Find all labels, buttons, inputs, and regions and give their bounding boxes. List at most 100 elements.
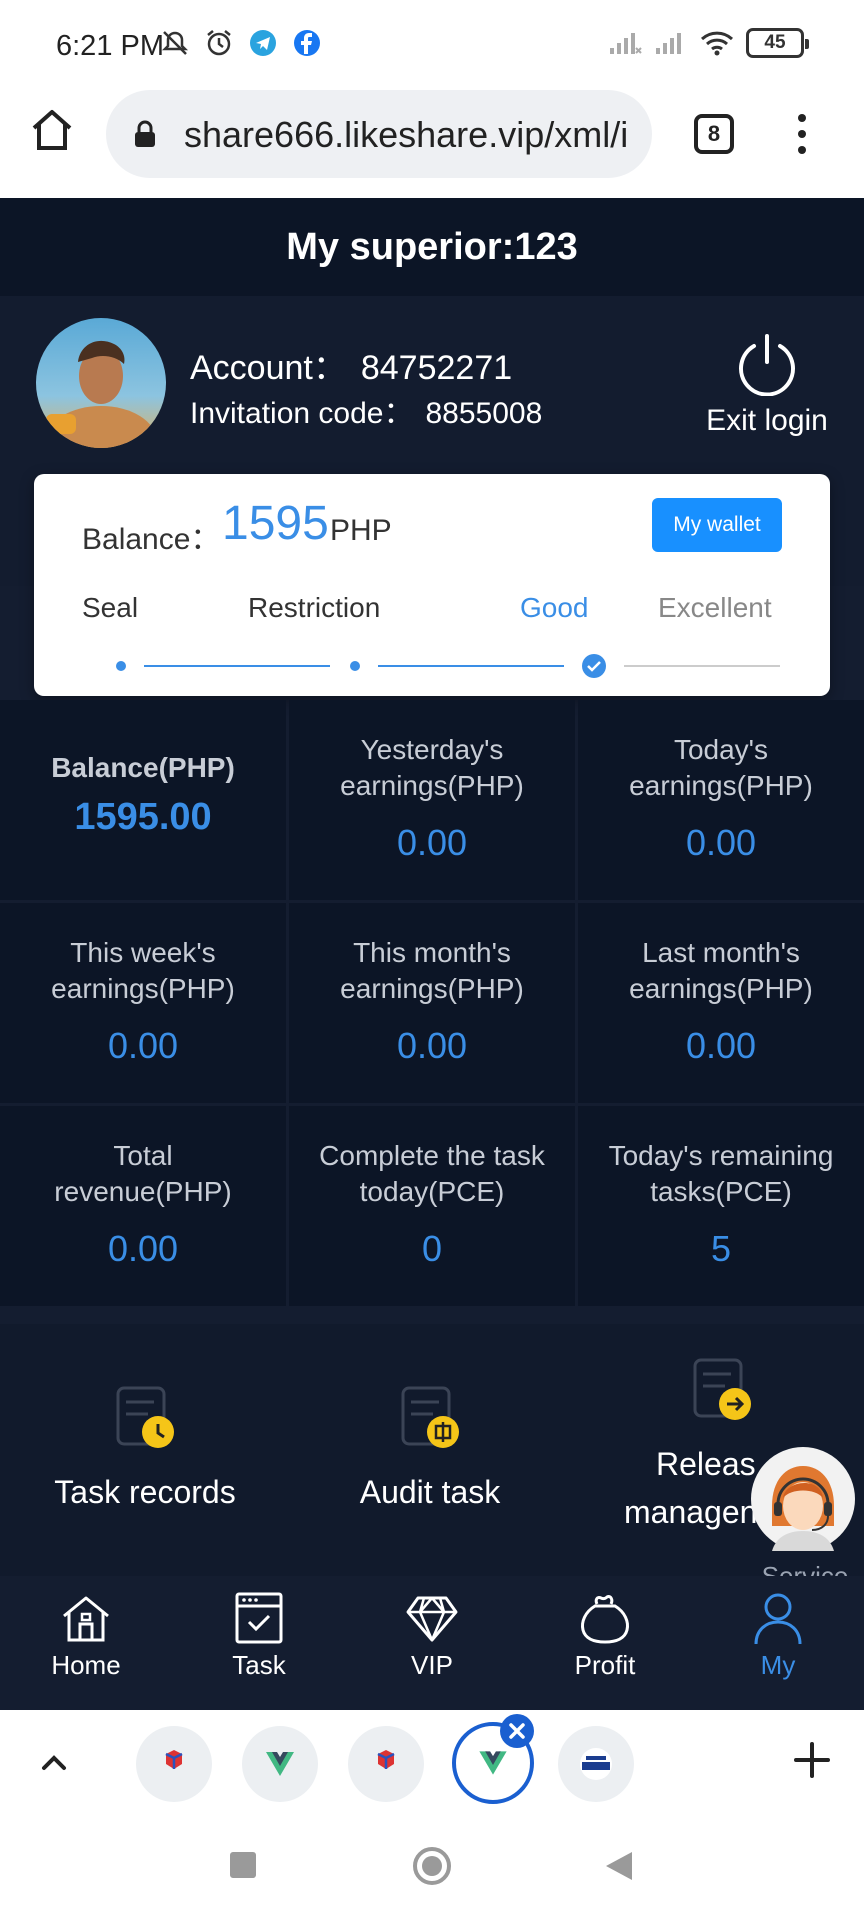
stat-title: Total revenue(PHP) (54, 1140, 232, 1207)
level-progress-track (116, 654, 780, 678)
address-bar[interactable]: share666.likeshare.vip/xml/i (106, 90, 652, 178)
new-tab-icon[interactable] (792, 1740, 832, 1780)
stat-title: Yesterday's earnings(PHP) (340, 734, 524, 801)
audit-task-label: Audit task (359, 1474, 501, 1510)
vue-favicon-icon (266, 1752, 294, 1776)
stat-balance: Balance(PHP) 1595.00 (0, 700, 286, 900)
stat-today-earnings: Today's earnings(PHP) 0.00 (578, 700, 864, 900)
browser-tab-strip (0, 1710, 864, 1818)
level-seal: Seal (82, 592, 139, 623)
stat-value: 0.00 (685, 1025, 757, 1066)
task-records-button[interactable]: Task records (40, 1382, 250, 1511)
stat-yesterday-earnings: Yesterday's earnings(PHP) 0.00 (289, 700, 575, 900)
stat-title: Today's earnings(PHP) (629, 734, 813, 801)
stat-title: This month's earnings(PHP) (340, 937, 524, 1004)
stat-remaining-tasks: Today's remaining tasks(PCE) 5 (578, 1106, 864, 1306)
wifi-icon (700, 31, 734, 56)
browser-tab[interactable] (558, 1726, 634, 1802)
isetan-favicon-icon (580, 1748, 612, 1780)
nav-task-label: Task (232, 1650, 286, 1680)
stat-value: 0 (421, 1228, 443, 1269)
audit-task-button[interactable]: Audit task (330, 1382, 530, 1511)
battery-icon: 45 (746, 28, 809, 58)
close-tab-icon[interactable] (500, 1714, 534, 1748)
signal-icon (610, 33, 642, 54)
account-info: Account： 84752271 (190, 340, 512, 389)
current-level-check-icon (582, 654, 606, 678)
nav-profit-label: Profit (574, 1650, 636, 1680)
browser-tab[interactable] (136, 1726, 212, 1802)
bottom-nav: Home Task VIP Profit My (0, 1576, 864, 1710)
nav-task[interactable]: Task (199, 1590, 319, 1681)
task-records-label: Task records (54, 1474, 236, 1510)
invitation-info: Invitation code： 8855008 (190, 388, 542, 432)
site-favicon-icon (377, 1750, 395, 1769)
home-icon[interactable] (28, 106, 76, 154)
url-text: share666.likeshare.vip/xml/i (184, 114, 629, 155)
notification-icons (160, 28, 322, 58)
stat-title: Today's remaining tasks(PCE) (608, 1140, 834, 1207)
nav-home-label: Home (51, 1650, 121, 1680)
recents-icon[interactable] (228, 1850, 258, 1880)
release-management-icon (693, 1358, 751, 1420)
chevron-up-icon[interactable] (36, 1744, 72, 1780)
stat-month-earnings: This month's earnings(PHP) 0.00 (289, 903, 575, 1103)
signal-icon (656, 33, 681, 54)
home-circle-icon[interactable] (412, 1846, 452, 1886)
tab-switcher-button[interactable]: 8 (694, 114, 734, 154)
stat-last-month-earnings: Last month's earnings(PHP) 0.00 (578, 903, 864, 1103)
my-wallet-button[interactable]: My wallet (652, 498, 782, 552)
stat-week-earnings: This week's earnings(PHP) 0.00 (0, 903, 286, 1103)
level-restriction: Restriction (248, 592, 381, 623)
superior-label: My superior: (286, 226, 515, 268)
power-icon (739, 334, 795, 396)
nav-vip-label: VIP (411, 1650, 453, 1680)
superior-value: 123 (514, 226, 578, 268)
stat-total-revenue: Total revenue(PHP) 0.00 (0, 1106, 286, 1306)
home-icon (63, 1596, 109, 1642)
stat-title: Complete the task today(PCE) (319, 1140, 545, 1207)
customer-service-button[interactable]: Service (750, 1446, 860, 1591)
more-menu-icon[interactable] (790, 110, 814, 158)
status-bar: 6:21 PM 45 (0, 0, 864, 86)
page-content: My superior:123 Account： 84752271 Invitat… (0, 198, 864, 1710)
balance-label: Balance： (82, 523, 221, 556)
telegram-icon (250, 30, 276, 56)
stat-value: 5 (710, 1228, 732, 1269)
browser-tab[interactable] (242, 1726, 318, 1802)
back-icon[interactable] (604, 1850, 634, 1882)
browser-tab[interactable] (348, 1726, 424, 1802)
stat-value: 0.00 (685, 822, 757, 863)
nav-my[interactable]: My (718, 1590, 838, 1681)
invitation-value: 8855008 (425, 397, 543, 430)
stat-completed-tasks: Complete the task today(PCE) 0 (289, 1106, 575, 1306)
exit-login-label: Exit login (706, 404, 828, 437)
balance-amount: 1595 (222, 497, 329, 550)
stat-value: 0.00 (396, 822, 468, 863)
alarm-icon (207, 30, 231, 56)
balance-card: Balance： 1595 PHP My wallet Seal Restric… (34, 474, 830, 696)
lock-icon (135, 120, 155, 147)
system-navigation-bar (0, 1818, 864, 1920)
nav-my-label: My (760, 1650, 796, 1680)
money-bag-icon (581, 1595, 629, 1644)
stat-value: 0.00 (396, 1025, 468, 1066)
level-excellent: Excellent (658, 592, 772, 623)
mute-bell-icon (161, 31, 189, 55)
stat-value: 1595.00 (74, 796, 212, 838)
nav-home[interactable]: Home (26, 1590, 146, 1681)
balance-currency: PHP (330, 514, 392, 547)
shortcut-section: Task records Audit task Releas managen (0, 1324, 864, 1586)
stat-title: Last month's earnings(PHP) (629, 937, 813, 1004)
exit-login-button[interactable]: Exit login (702, 330, 832, 438)
account-value: 84752271 (360, 349, 513, 387)
superior-header: My superior:123 (0, 198, 864, 296)
task-records-icon (116, 1386, 174, 1448)
browser-toolbar: share666.likeshare.vip/xml/i 8 (0, 86, 864, 198)
stat-title: Balance(PHP) (51, 752, 235, 783)
nav-profit[interactable]: Profit (545, 1590, 665, 1681)
user-icon (754, 1593, 802, 1645)
stat-value: 0.00 (107, 1228, 179, 1269)
stats-grid: Balance(PHP) 1595.00 Yesterday's earnings… (0, 700, 864, 1306)
nav-vip[interactable]: VIP (372, 1590, 492, 1681)
